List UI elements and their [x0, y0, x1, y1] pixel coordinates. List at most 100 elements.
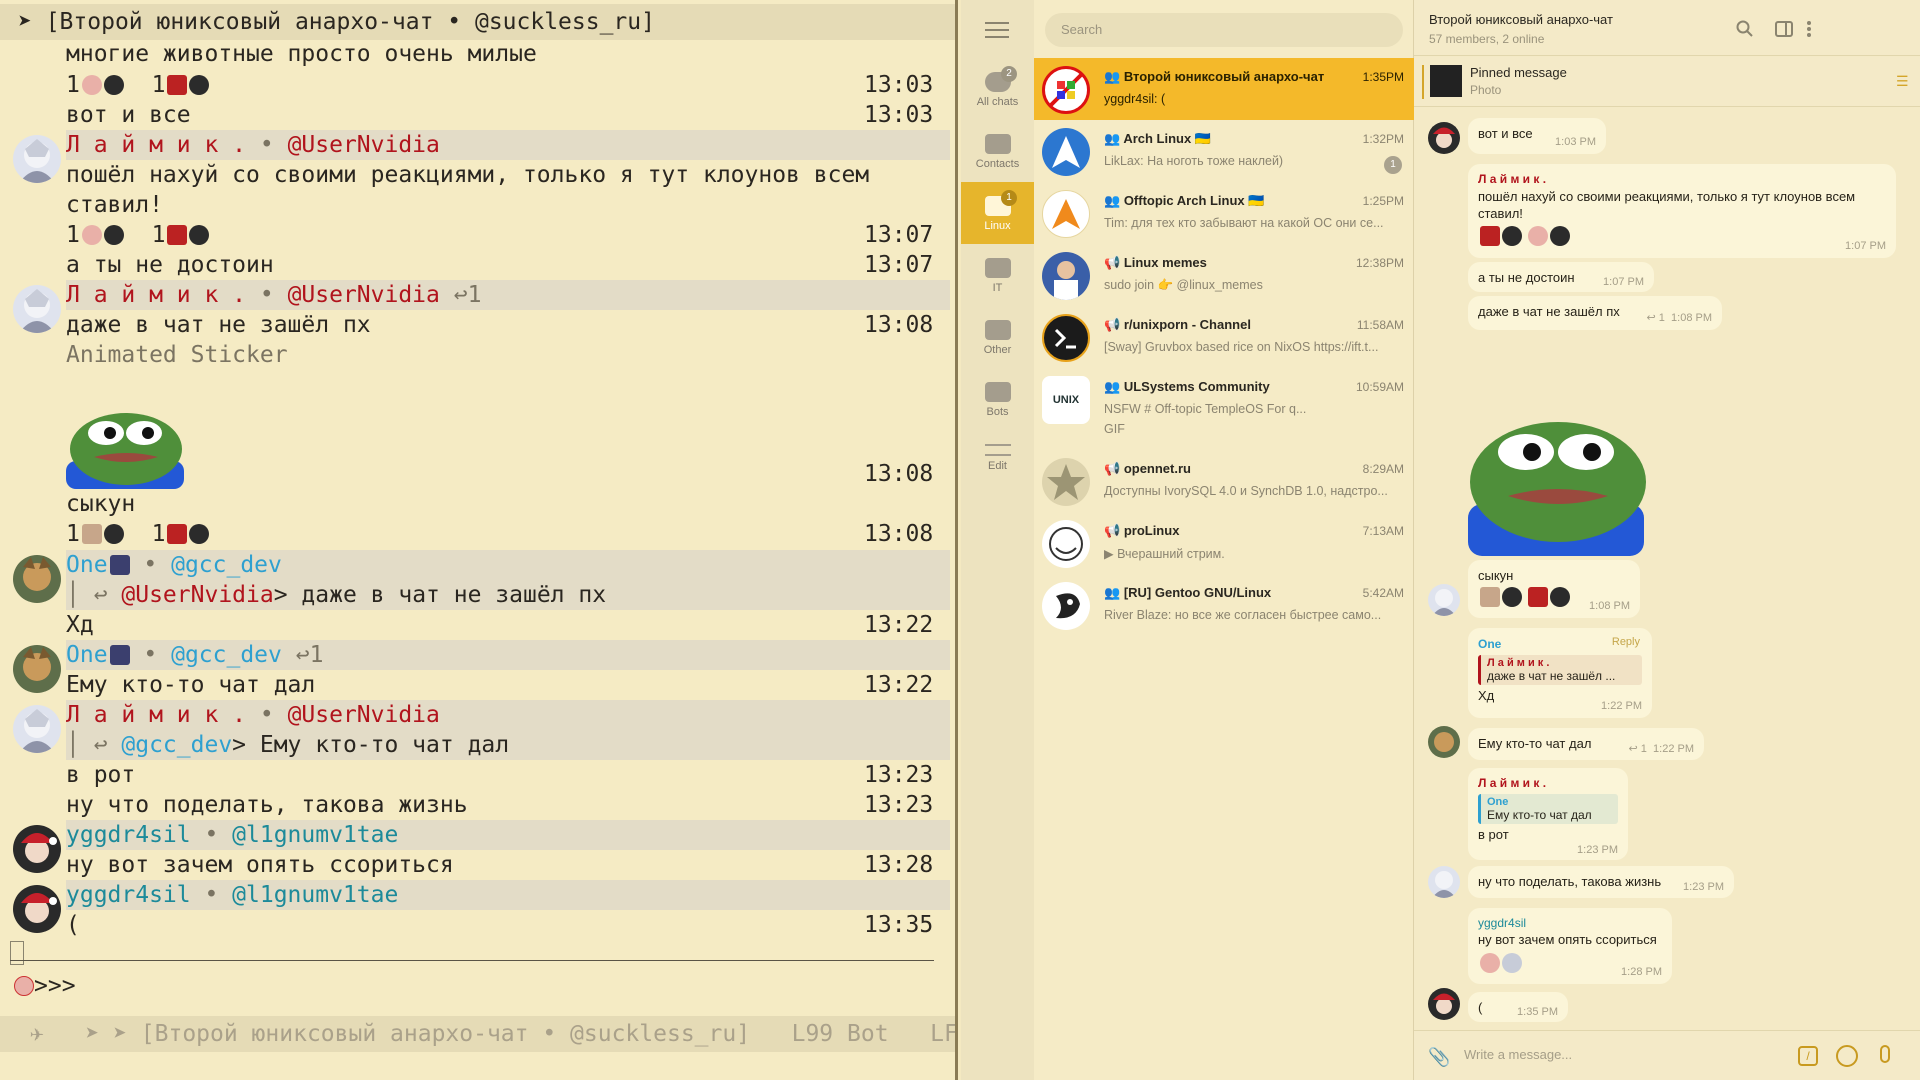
- sliders-icon: [984, 444, 1011, 456]
- message-line: ну что поделать, такова жизнь: [66, 792, 468, 818]
- message-bubble[interactable]: (1:35 PM: [1468, 992, 1568, 1022]
- chat-item[interactable]: 📢 proLinux 7:13AM ▶ Вчерашний стрим.: [1034, 512, 1414, 574]
- sender-name[interactable]: yggdr4sil: [66, 822, 191, 848]
- pepe-sticker-image[interactable]: [66, 405, 186, 489]
- avatar-reaction-icon: [1549, 587, 1570, 607]
- message-bubble[interactable]: Л а й м и к . One Ему кто-то чат дал в р…: [1468, 768, 1628, 860]
- sender-username[interactable]: @l1gnumv1tae: [232, 882, 398, 908]
- emoji-icon[interactable]: [1836, 1045, 1858, 1067]
- more-vertical-icon[interactable]: [1806, 20, 1812, 38]
- sender-username[interactable]: @gcc_dev: [171, 552, 282, 578]
- pinned-message-bar[interactable]: Pinned message Photo ☰: [1414, 57, 1920, 107]
- sender-username[interactable]: @UserNvidia: [288, 132, 440, 158]
- avatar[interactable]: [1428, 866, 1460, 898]
- message-line: а ты не достоин: [66, 252, 274, 278]
- reply-count[interactable]: ↩1: [296, 642, 324, 668]
- reply-arrow-icon[interactable]: ↩: [1629, 743, 1641, 755]
- reply-count[interactable]: ↩1: [454, 282, 482, 308]
- message-time: 13:03: [864, 102, 934, 128]
- sender-username[interactable]: @l1gnumv1tae: [232, 822, 398, 848]
- pin-list-icon[interactable]: ☰: [1896, 73, 1909, 90]
- quoted-reply[interactable]: One Ему кто-то чат дал: [1478, 794, 1618, 824]
- message-line: даже в чат не зашёл пх: [66, 312, 371, 338]
- chat-item[interactable]: 📢 r/unixporn - Channel 11:58AM [Sway] Gr…: [1034, 306, 1414, 368]
- sender-username[interactable]: @UserNvidia: [288, 702, 440, 728]
- message-bubble[interactable]: yggdr4sil ну вот зачем опять ссориться 1…: [1468, 908, 1672, 984]
- chat-item[interactable]: 📢 Linux memes 12:38PM sudo join 👉 @linux…: [1034, 244, 1414, 306]
- reactions-row[interactable]: [1478, 226, 1886, 246]
- folder-it[interactable]: IT: [961, 244, 1034, 306]
- menu-icon[interactable]: [985, 22, 1009, 38]
- pepe-sticker-image[interactable]: [1468, 404, 1648, 556]
- input-prompt[interactable]: >>>: [12, 971, 76, 1001]
- conversation-header[interactable]: Второй юниксовый анархо-чат 57 members, …: [1414, 0, 1920, 56]
- folder-contacts[interactable]: Contacts: [961, 120, 1034, 182]
- avatar[interactable]: [1428, 988, 1460, 1020]
- avatar[interactable]: [13, 285, 61, 333]
- message-bubble[interactable]: Л а й м и к . пошёл нахуй со своими реак…: [1468, 164, 1896, 258]
- chat-item[interactable]: 📢 opennet.ru 8:29AM Доступны IvorySQL 4.…: [1034, 450, 1414, 512]
- sender-name[interactable]: Л а й м и к .: [1478, 172, 1886, 186]
- avatar[interactable]: [1428, 122, 1460, 154]
- message-bubble[interactable]: вот и все 1:03 PM: [1468, 118, 1606, 154]
- chat-item[interactable]: UNIX 👥 ULSystems Community 10:59AM NSFW …: [1034, 368, 1414, 448]
- search-input[interactable]: Search: [1045, 13, 1403, 47]
- folder-edit[interactable]: Edit: [961, 430, 1034, 492]
- message-bubble[interactable]: One Reply Л а й м и к . даже в чат не заш…: [1468, 628, 1652, 718]
- sender-name[interactable]: One: [66, 642, 108, 668]
- attach-icon[interactable]: 📎: [1428, 1047, 1450, 1068]
- message-line: Хд: [66, 612, 94, 638]
- sender-username[interactable]: @gcc_dev: [171, 642, 282, 668]
- message-bubble[interactable]: сыкун 1:08 PM: [1468, 560, 1640, 618]
- folder-other[interactable]: Other: [961, 306, 1034, 368]
- avatar[interactable]: [1428, 584, 1460, 616]
- avatar[interactable]: [13, 705, 61, 753]
- chat-item[interactable]: 👥 Arch Linux 🇺🇦 1:32PM LikLax: На ноготь…: [1034, 120, 1414, 182]
- message-bubble[interactable]: Ему кто-то чат дал ↩ 1 1:22 PM: [1468, 728, 1704, 760]
- message-line: пошёл нахуй со своими реакциями, только …: [66, 162, 870, 188]
- avatar-reaction-icon: [1502, 226, 1522, 246]
- avatar[interactable]: [13, 885, 61, 933]
- message-time: 13:07: [864, 252, 934, 278]
- chat-item[interactable]: 👥 [RU] Gentoo GNU/Linux 5:42AM River Bla…: [1034, 574, 1414, 636]
- emacs-chat-pane: ➤ [Второй юниксовый анархо-чат • @suckle…: [0, 0, 958, 1080]
- sender-name[interactable]: Л а й м и к .: [66, 132, 246, 158]
- sender-name[interactable]: One: [66, 552, 108, 578]
- bot-command-icon[interactable]: /: [1798, 1046, 1818, 1066]
- sender-name[interactable]: yggdr4sil: [66, 882, 191, 908]
- folder-linux[interactable]: 1 Linux: [961, 182, 1034, 244]
- channel-icon: 📢 r/unixporn - Channel: [1104, 317, 1251, 332]
- quoted-reply[interactable]: Л а й м и к . даже в чат не зашёл ...: [1478, 655, 1642, 685]
- clown-reaction-icon: [1527, 226, 1548, 246]
- sender-username[interactable]: @UserNvidia: [288, 282, 440, 308]
- avatar[interactable]: [13, 135, 61, 183]
- channel-icon: 📢 proLinux: [1104, 523, 1180, 538]
- sender-name[interactable]: Л а й м и к .: [66, 702, 246, 728]
- folder-all-chats[interactable]: 2 All chats: [961, 58, 1034, 120]
- sidebar-toggle-icon[interactable]: [1775, 21, 1793, 37]
- avatar[interactable]: [1428, 726, 1460, 758]
- quoted-reply[interactable]: │ ↩ @gcc_dev> Ему кто-то чат дал: [66, 730, 950, 760]
- avatar[interactable]: [13, 825, 61, 873]
- reply-button[interactable]: Reply: [1612, 636, 1640, 648]
- message-bubble[interactable]: даже в чат не зашёл пх ↩ 1 1:08 PM: [1468, 296, 1722, 330]
- message-time: 13:08: [864, 461, 934, 487]
- sender-name[interactable]: One: [1478, 637, 1501, 651]
- sender-name[interactable]: yggdr4sil: [1478, 916, 1662, 930]
- unread-badge: 1: [1384, 156, 1402, 174]
- sender-name[interactable]: Л а й м и к .: [1478, 776, 1618, 790]
- chat-item[interactable]: 👥 Второй юниксовый анархо-чат 1:35PM ygg…: [1034, 58, 1414, 120]
- search-icon[interactable]: [1736, 20, 1754, 38]
- avatar[interactable]: [13, 555, 61, 603]
- message-bubble[interactable]: а ты не достоин 1:07 PM: [1468, 262, 1654, 292]
- sender-name[interactable]: Л а й м и к .: [66, 282, 246, 308]
- message-input[interactable]: Write a message...: [1464, 1047, 1572, 1062]
- quoted-reply[interactable]: │ ↩ @UserNvidia> даже в чат не зашёл пх: [66, 580, 950, 610]
- chat-item[interactable]: 👥 Offtopic Arch Linux 🇺🇦 1:25PM Tim: для…: [1034, 182, 1414, 244]
- microphone-icon[interactable]: [1880, 1045, 1890, 1063]
- avatar[interactable]: [13, 645, 61, 693]
- message-line: (: [66, 912, 80, 938]
- folder-bots[interactable]: Bots: [961, 368, 1034, 430]
- reply-arrow-icon[interactable]: ↩: [1647, 312, 1659, 324]
- message-bubble[interactable]: ну что поделать, такова жизнь 1:23 PM: [1468, 866, 1734, 898]
